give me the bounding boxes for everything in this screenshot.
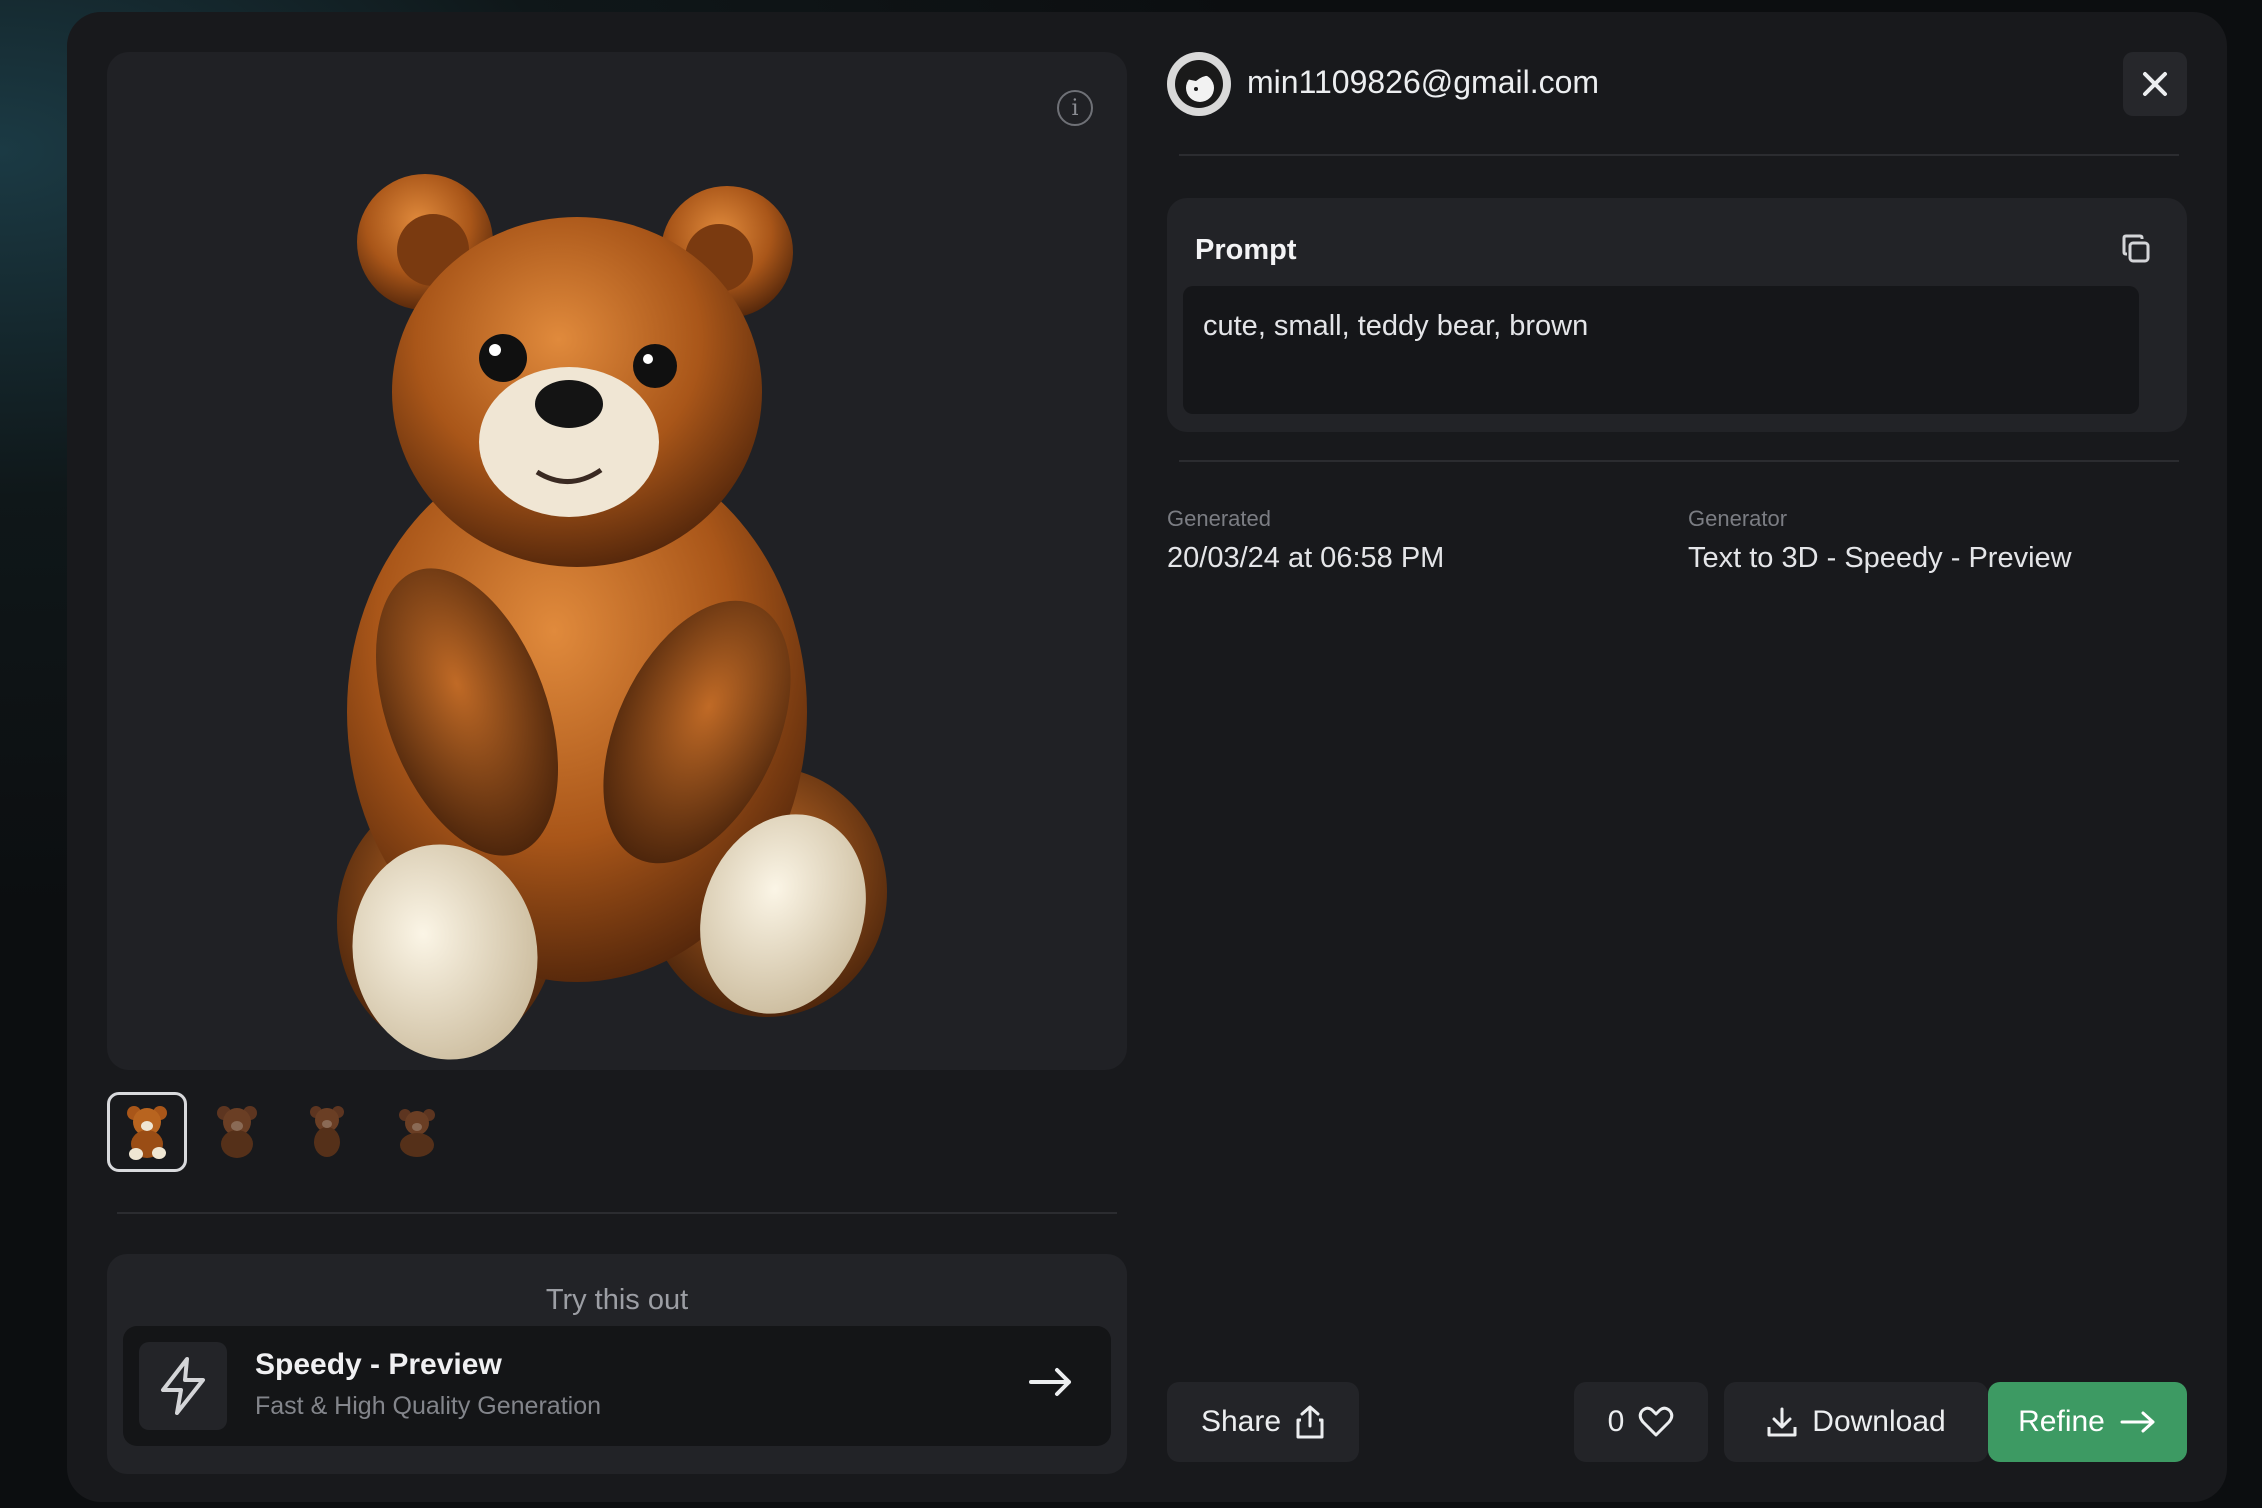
- header-divider: [1179, 154, 2179, 156]
- like-button[interactable]: 0: [1574, 1382, 1708, 1462]
- refine-label: Refine: [2018, 1405, 2105, 1438]
- arrow-right-icon: [2120, 1411, 2155, 1433]
- share-label: Share: [1200, 1405, 1282, 1438]
- left-divider: [117, 1212, 1117, 1214]
- speedy-preview-name: Speedy - Preview: [255, 1348, 502, 1381]
- teddy-bear-thumbnail-4[interactable]: [377, 1092, 457, 1172]
- user-avatar: [1167, 52, 1231, 116]
- prompt-panel: Prompt cute, small, teddy bear, brown: [1167, 198, 2187, 432]
- download-button[interactable]: Download: [1724, 1382, 1988, 1462]
- close-icon: [2143, 72, 2167, 96]
- arrow-right-icon: [1029, 1368, 1071, 1396]
- model-viewer[interactable]: i: [107, 52, 1127, 1070]
- model-detail-modal: i Try this out Speedy - Preview Fast & H…: [67, 12, 2227, 1502]
- heart-icon: [1639, 1406, 1674, 1437]
- share-icon: [1296, 1405, 1324, 1439]
- refine-button[interactable]: Refine: [1988, 1382, 2187, 1462]
- generator-label: Generator: [1688, 506, 1788, 531]
- try-this-out-title: Try this out: [545, 1284, 689, 1316]
- thumbnail-strip: [107, 1092, 457, 1172]
- try-this-out-panel: Try this out Speedy - Preview Fast & Hig…: [107, 1254, 1127, 1474]
- download-icon: [1767, 1407, 1797, 1437]
- like-count: 0: [1607, 1405, 1625, 1438]
- speedy-preview-card[interactable]: Speedy - Preview Fast & High Quality Gen…: [123, 1326, 1111, 1446]
- download-label: Download: [1812, 1405, 1946, 1438]
- info-icon[interactable]: i: [1057, 90, 1093, 126]
- user-email: min1109826@gmail.com: [1247, 64, 1600, 100]
- teddy-bear-thumbnail-2[interactable]: [197, 1092, 277, 1172]
- prompt-text: cute, small, teddy bear, brown: [1183, 286, 2139, 414]
- teddy-bear-thumbnail-3[interactable]: [287, 1092, 367, 1172]
- teddy-bear-thumbnail-1[interactable]: [107, 1092, 187, 1172]
- lightning-bolt-icon: [139, 1342, 227, 1430]
- generated-label: Generated: [1167, 506, 1271, 531]
- teddy-bear-model-preview: [337, 174, 887, 1060]
- speedy-preview-subtitle: Fast & High Quality Generation: [255, 1392, 601, 1420]
- generated-value: 20/03/24 at 06:58 PM: [1167, 542, 1445, 574]
- prompt-label: Prompt: [1195, 234, 1297, 266]
- copy-icon[interactable]: [2121, 234, 2151, 264]
- generator-value: Text to 3D - Speedy - Preview: [1688, 542, 2072, 574]
- close-button[interactable]: [2123, 52, 2187, 116]
- prompt-divider: [1179, 460, 2179, 462]
- share-button[interactable]: Share: [1167, 1382, 1359, 1462]
